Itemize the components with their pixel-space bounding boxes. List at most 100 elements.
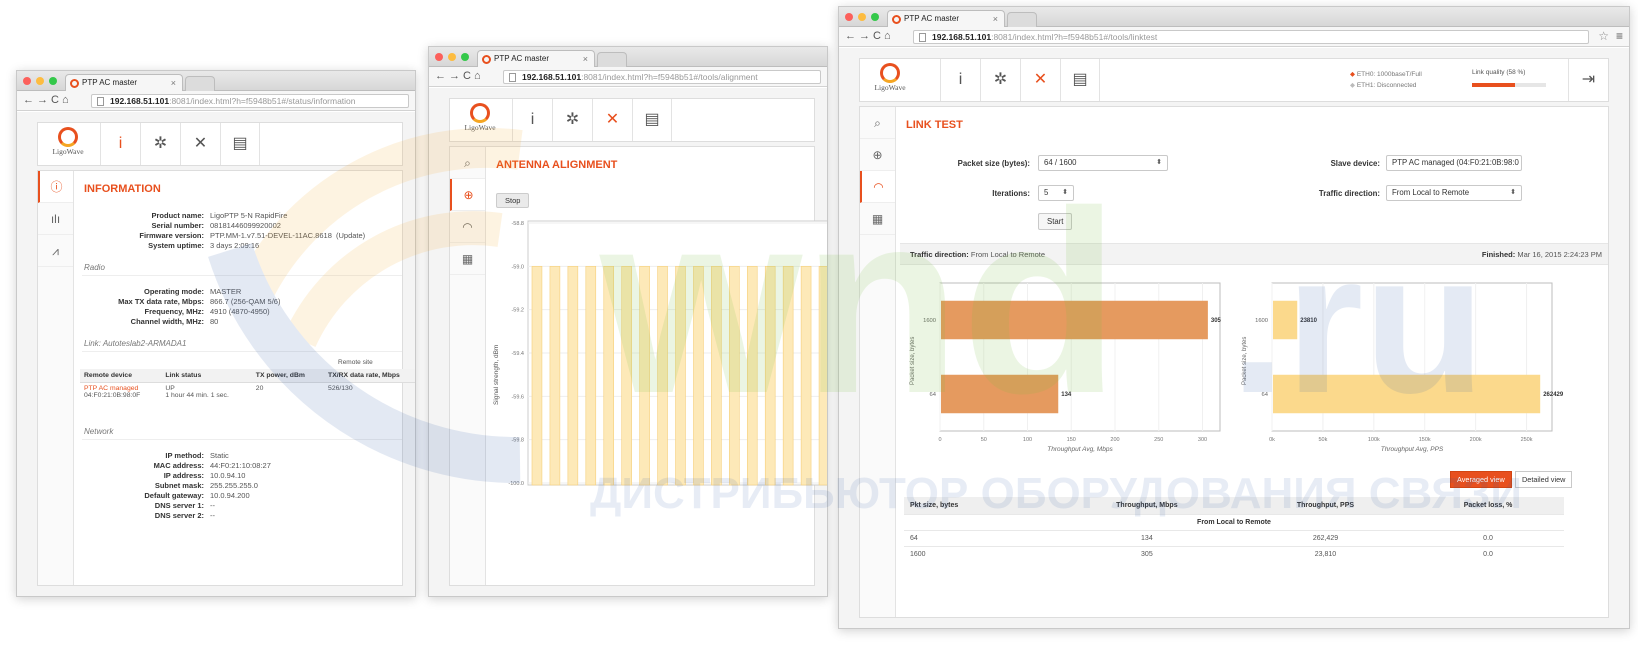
tools-icon[interactable]: ✕ [592, 99, 632, 141]
start-button[interactable]: Start [1038, 213, 1073, 230]
page-content: LigoWave i ✲ ✕ ▤ ⌕ ⊕ ◠ ▦ ANTENNA ALIGNME… [429, 88, 827, 596]
back-icon[interactable]: ← [23, 94, 37, 106]
traffic-direction-select[interactable]: From Local to Remote ⬍ [1386, 185, 1522, 201]
device-icon[interactable]: ▤ [1060, 59, 1100, 101]
settings-gear-icon[interactable]: ✲ [980, 59, 1020, 101]
spectrum-icon[interactable]: ▦ [450, 243, 485, 275]
zoom-window-button[interactable] [871, 13, 879, 21]
stop-button[interactable]: Stop [496, 193, 530, 208]
statistics-icon[interactable]: ılı [38, 203, 73, 235]
zoom-window-button[interactable] [49, 77, 57, 85]
bookmark-star-icon[interactable]: ☆ [1598, 29, 1609, 43]
forward-icon[interactable]: → [859, 30, 873, 42]
search-icon[interactable]: ⌕ [860, 107, 895, 139]
info-icon[interactable]: i [100, 123, 140, 165]
tools-icon[interactable]: ✕ [1020, 59, 1060, 101]
url-input[interactable]: 192.168.51.101:8081/index.html?h=f5948b5… [503, 70, 821, 84]
forward-icon[interactable]: → [449, 70, 463, 82]
back-icon[interactable]: ← [435, 70, 449, 82]
minimize-window-button[interactable] [36, 77, 44, 85]
averaged-view-button[interactable]: Averaged view [1450, 471, 1512, 488]
new-tab-button[interactable] [1007, 12, 1037, 27]
close-tab-icon[interactable]: × [993, 11, 998, 27]
y-tick-label: -59.8 [511, 438, 524, 444]
table-cell: 262,429 [1238, 530, 1413, 547]
reload-icon[interactable]: C [873, 30, 884, 42]
minimize-window-button[interactable] [448, 53, 456, 61]
nav-buttons: ←→C⌂ [23, 94, 72, 106]
ligowave-logo-icon [58, 127, 78, 147]
speedometer-icon[interactable]: ◠ [860, 171, 895, 203]
alignment-icon[interactable]: ⊕ [450, 179, 485, 211]
home-icon[interactable]: ⌂ [474, 70, 484, 82]
y-tick-label: -59.0 [511, 264, 524, 270]
close-tab-icon[interactable]: × [583, 51, 588, 67]
remote-device-link[interactable]: PTP AC managed [84, 385, 138, 392]
minimize-window-button[interactable] [858, 13, 866, 21]
url-input[interactable]: 192.168.51.101:8081/index.html?h=f5948b5… [91, 94, 409, 108]
table-header: TX/RX data rate, Mbps [324, 369, 415, 383]
signal-bar [567, 266, 579, 486]
browser-tab[interactable]: PTP AC master × [887, 10, 1005, 27]
close-window-button[interactable] [845, 13, 853, 21]
graph-icon[interactable]: ⩘ [38, 235, 73, 267]
signal-strength-chart: Signal strength, dBm -58.8 -59.0 -59.2 -59.… [493, 220, 827, 487]
forward-icon[interactable]: → [37, 94, 51, 106]
field-label: Firmware version: [139, 231, 204, 240]
browser-tab[interactable]: PTP AC master × [477, 50, 595, 67]
speedometer-icon[interactable]: ◠ [450, 211, 485, 243]
ligowave-logo[interactable]: LigoWave [44, 125, 92, 165]
table-header: Packet loss, % [1412, 497, 1564, 515]
url-input[interactable]: 192.168.51.101:8081/index.html?h=f5948b5… [913, 30, 1589, 44]
device-icon[interactable]: ▤ [220, 123, 260, 165]
y-tick-label: -58.8 [511, 221, 524, 227]
settings-gear-icon[interactable]: ✲ [552, 99, 592, 141]
close-window-button[interactable] [435, 53, 443, 61]
category-label: 64 [1262, 392, 1269, 398]
home-icon[interactable]: ⌂ [62, 94, 72, 106]
device-icon[interactable]: ▤ [632, 99, 672, 141]
iterations-select[interactable]: 5 ⬍ [1038, 185, 1074, 201]
ligowave-logo[interactable]: LigoWave [866, 61, 914, 101]
new-tab-button[interactable] [597, 52, 627, 67]
eth0-status: ETH0: 1000baseT/Full [1356, 71, 1422, 78]
spectrum-icon[interactable]: ▦ [860, 203, 895, 235]
alignment-icon[interactable]: ⊕ [860, 139, 895, 171]
signal-bar [639, 266, 650, 486]
update-firmware-link[interactable]: (Update) [336, 231, 365, 241]
link-status: UP [165, 385, 175, 392]
address-bar-row: ←→C⌂ 192.168.51.101:8081/index.html?h=f5… [429, 67, 827, 87]
reload-icon[interactable]: C [51, 94, 62, 106]
side-nav: ⓘ ılı ⩘ [38, 171, 74, 585]
ligowave-logo-icon [470, 103, 490, 123]
settings-gear-icon[interactable]: ✲ [140, 123, 180, 165]
remote-site-label: Remote site [338, 359, 373, 366]
home-icon[interactable]: ⌂ [884, 30, 894, 42]
field-label: Default gateway: [144, 491, 204, 500]
zoom-window-button[interactable] [461, 53, 469, 61]
x-tick-label: 250 [1154, 437, 1163, 443]
nav-buttons: ←→C⌂ [845, 30, 894, 42]
close-tab-icon[interactable]: × [171, 75, 176, 91]
field-label: IP method: [165, 451, 204, 460]
browser-tab[interactable]: PTP AC master × [65, 74, 183, 91]
search-icon[interactable]: ⌕ [450, 147, 485, 179]
browser-menu-icon[interactable]: ≡ [1616, 29, 1623, 43]
reload-icon[interactable]: C [463, 70, 474, 82]
detailed-view-button[interactable]: Detailed view [1515, 471, 1573, 488]
packet-size-select[interactable]: 64 / 1600 ⬍ [1038, 155, 1168, 171]
new-tab-button[interactable] [185, 76, 215, 91]
info-icon[interactable]: i [512, 99, 552, 141]
x-tick-label: 0 [938, 437, 941, 443]
ligowave-logo[interactable]: LigoWave [456, 101, 504, 141]
table-cell: 23,810 [1238, 546, 1413, 562]
logout-icon[interactable]: ⇥ [1568, 59, 1608, 101]
x-tick-label: 200 [1110, 437, 1119, 443]
tools-icon[interactable]: ✕ [180, 123, 220, 165]
logo-text: LigoWave [464, 123, 496, 132]
info-icon[interactable]: i [940, 59, 980, 101]
information-icon[interactable]: ⓘ [38, 171, 73, 203]
back-icon[interactable]: ← [845, 30, 859, 42]
slave-device-field[interactable]: PTP AC managed (04:F0:21:0B:98:0 [1386, 155, 1522, 171]
close-window-button[interactable] [23, 77, 31, 85]
